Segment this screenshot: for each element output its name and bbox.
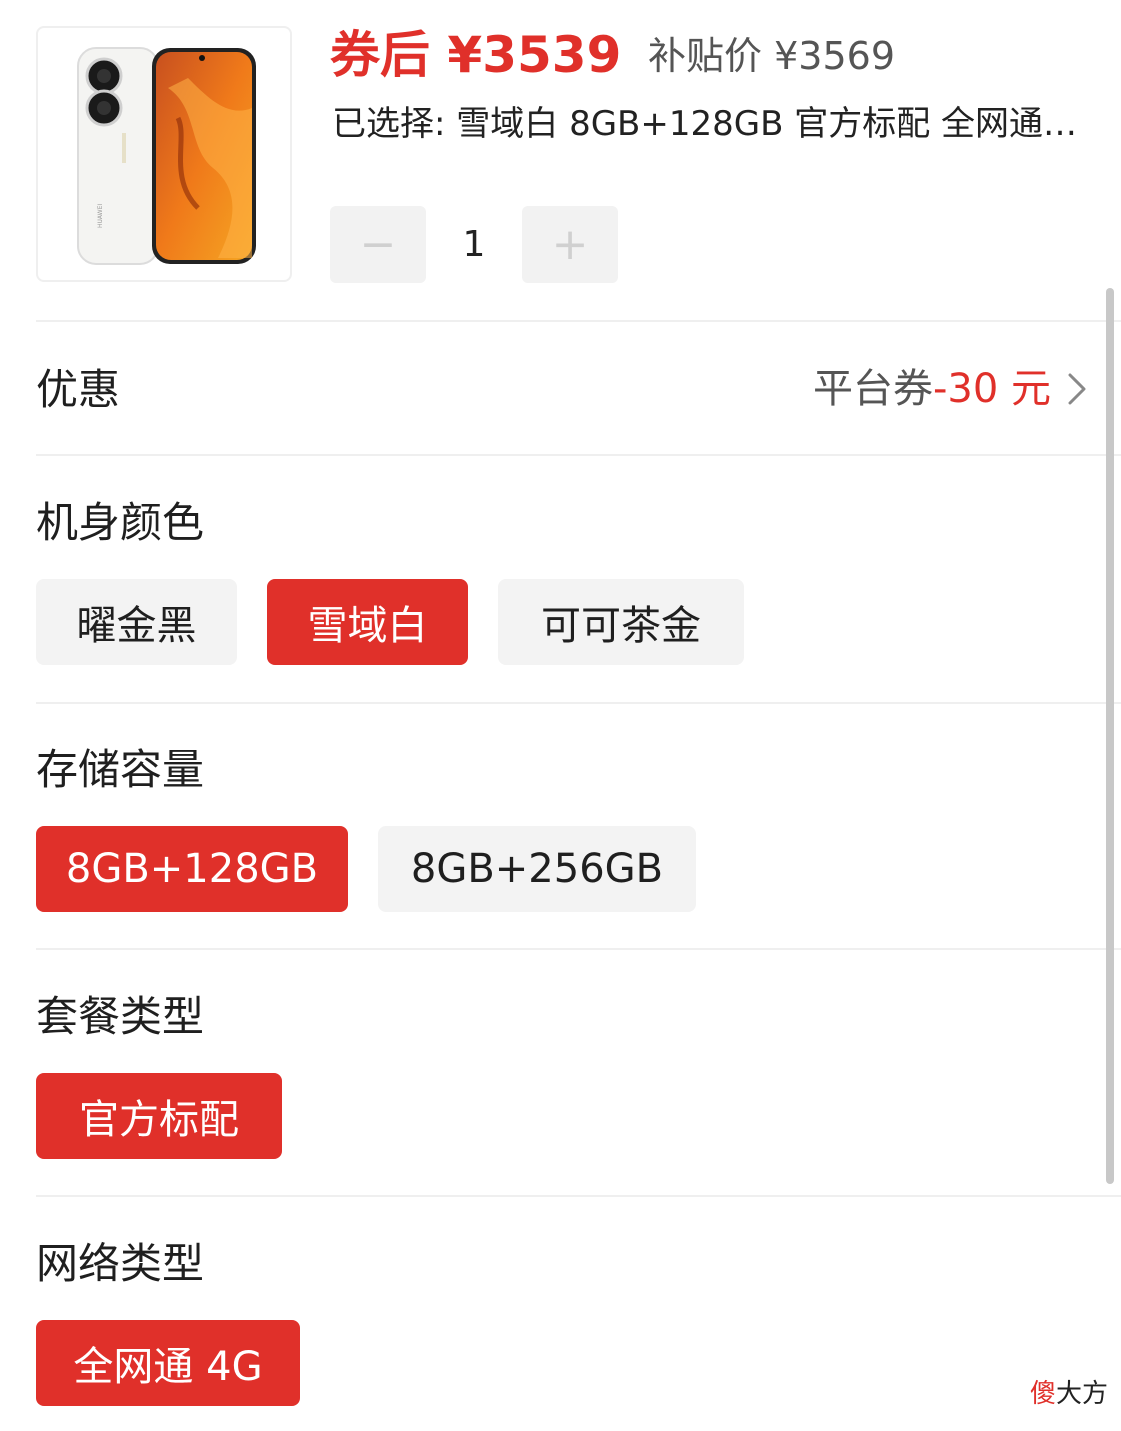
divider [36,320,1121,322]
divider [36,454,1121,456]
color-option-obsidian-black[interactable]: 曜金黑 [36,579,237,665]
phone-brand-label: HUAWEI [97,204,104,228]
selected-summary: 已选择: 雪域白 8GB+128GB 官方标配 全网通 4G [332,104,1082,144]
package-option-standard[interactable]: 官方标配 [36,1073,282,1159]
watermark: 傻大方 [1030,1376,1108,1412]
product-thumbnail[interactable]: HUAWEI [36,26,292,282]
network-option-4g[interactable]: 全网通 4G [36,1320,300,1406]
watermark-first: 傻 [1030,1379,1057,1409]
coupon-price: 券后 ¥3539 [330,22,621,88]
increment-button[interactable]: + [522,206,618,283]
decrement-button[interactable]: − [330,206,426,283]
discount-title: 优惠 [36,365,121,414]
network-title: 网络类型 [36,1239,205,1288]
storage-option-128[interactable]: 8GB+128GB [36,826,348,912]
price-prefix: 券后 [330,26,430,84]
divider [36,948,1121,950]
divider [36,1195,1121,1197]
subsidy-label: 补贴价 [648,34,763,78]
color-title: 机身颜色 [36,498,205,547]
storage-title: 存储容量 [36,745,205,794]
coupon-amount: -30 元 [932,366,1051,412]
quantity-value[interactable]: 1 [426,206,522,283]
coupon-label: 平台券 [812,366,933,412]
subsidy-value: ¥3569 [774,34,895,78]
subsidy-price: 补贴价 ¥3569 [648,30,895,82]
package-title: 套餐类型 [36,992,205,1041]
divider [36,702,1121,704]
storage-option-256[interactable]: 8GB+256GB [378,826,696,912]
phone-image: HUAWEI [77,47,256,265]
price-value: ¥3539 [447,26,622,84]
color-option-snow-white[interactable]: 雪域白 [267,579,468,665]
coupon-row[interactable]: 平台券-30 元 [813,360,1051,418]
color-option-cocoa-gold[interactable]: 可可茶金 [498,579,744,665]
scrollbar[interactable] [1106,288,1114,1184]
watermark-rest: 大方 [1056,1379,1109,1409]
chevron-right-icon[interactable] [1066,372,1088,406]
